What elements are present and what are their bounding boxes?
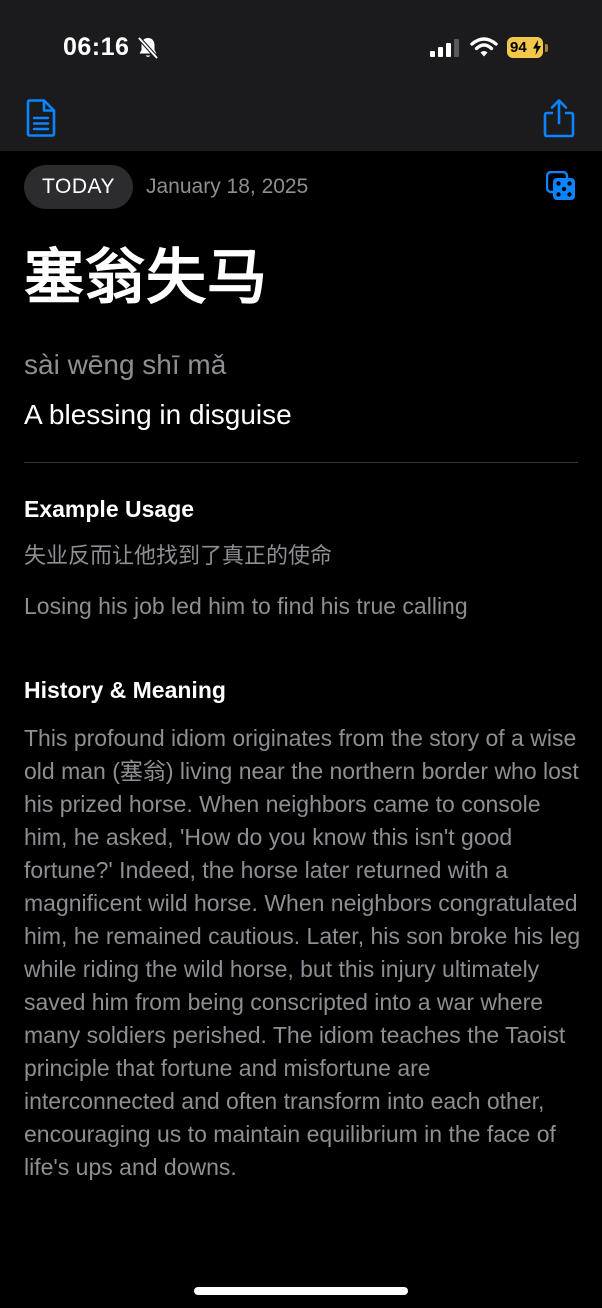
history-text: This profound idiom originates from the … (24, 725, 581, 1180)
idiom-translation: A blessing in disguise (24, 399, 292, 430)
battery-cap (545, 44, 548, 52)
example-usage-heading: Example Usage (24, 496, 195, 522)
idiom-title: 塞翁失马 (24, 243, 268, 313)
home-indicator[interactable] (194, 1287, 408, 1295)
battery-level: 94 (510, 39, 527, 56)
charging-bolt-icon (533, 40, 541, 55)
top-bar (0, 0, 602, 151)
bell-slash-icon (137, 36, 159, 60)
status-time: 06:16 (63, 33, 130, 61)
share-icon[interactable] (541, 98, 577, 138)
cellular-signal-icon (430, 39, 459, 57)
example-chinese: 失业反而让他找到了真正的使命 (24, 544, 333, 569)
history-heading: History & Meaning (24, 677, 226, 703)
today-badge: TODAY (24, 165, 133, 209)
dice-icon[interactable] (546, 171, 576, 201)
document-icon[interactable] (24, 99, 58, 137)
battery-indicator: 94 (507, 37, 543, 58)
date-label: January 18, 2025 (146, 175, 309, 198)
divider (24, 462, 578, 463)
wifi-icon (470, 37, 498, 57)
example-english: Losing his job led him to find his true … (24, 593, 468, 619)
idiom-pinyin: sài wēng shī mǎ (24, 349, 227, 380)
